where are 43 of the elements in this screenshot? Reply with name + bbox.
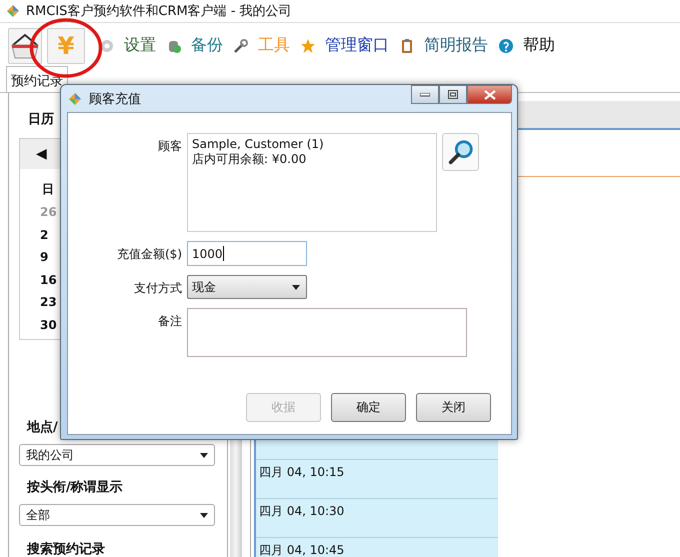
gear-icon: [99, 38, 115, 54]
amount-field[interactable]: 1000: [187, 241, 307, 266]
filter-label: 按头衔/称谓显示: [27, 479, 124, 496]
previous-month-button[interactable]: ◀: [36, 146, 47, 162]
filter-dropdown[interactable]: 全部: [19, 504, 215, 526]
notes-label: 备注: [157, 313, 182, 330]
time-slot[interactable]: 四月 04, 10:15: [259, 465, 344, 479]
calendar-heading: 日历: [28, 111, 55, 129]
minimize-icon: [420, 92, 430, 96]
search-button[interactable]: [442, 133, 479, 171]
menu-item[interactable]: 备份: [191, 35, 223, 56]
minimize-button[interactable]: [411, 85, 439, 104]
app-logo-icon: [67, 90, 83, 106]
star-icon: [300, 38, 316, 54]
weekday-label: 日: [42, 181, 55, 195]
filter-dropdown[interactable]: 我的公司: [19, 444, 215, 466]
search-heading: 搜索预约记录: [27, 540, 106, 557]
clipboard-icon: [399, 38, 415, 54]
dialog-title: 顾客充值: [89, 90, 141, 108]
menu-item[interactable]: 设置: [124, 35, 156, 56]
amount-label: 充值金额($): [116, 246, 182, 263]
maximize-icon: [448, 90, 458, 99]
dialog-button[interactable]: 关闭: [416, 393, 491, 422]
close-icon: [484, 90, 496, 100]
menu-item[interactable]: 管理窗口: [325, 35, 389, 56]
app-logo-icon: [5, 3, 21, 19]
customer-info-line: 店内可用余额: ¥0.00: [192, 152, 308, 167]
filter-label: 地点/: [27, 419, 59, 436]
customer-label: 顾客: [157, 138, 182, 155]
notes-field[interactable]: [187, 308, 467, 357]
payment-dropdown[interactable]: 现金: [187, 275, 307, 299]
time-slot[interactable]: 四月 04, 10:45: [259, 543, 344, 557]
help-icon: [498, 38, 514, 54]
menu-item[interactable]: 帮助: [523, 35, 555, 56]
close-button[interactable]: [467, 85, 512, 104]
window-title: RMCIS客户预约软件和CRM客户端 - 我的公司: [26, 3, 292, 20]
payment-label: 支付方式: [133, 280, 182, 297]
customer-info-line: Sample, Customer (1): [192, 137, 325, 152]
dialog-button[interactable]: 确定: [331, 393, 406, 422]
maximize-button[interactable]: [439, 85, 467, 104]
menu-item[interactable]: 简明报告: [424, 35, 488, 56]
time-slot[interactable]: 四月 04, 10:30: [259, 504, 344, 518]
wrench-icon: [233, 38, 249, 54]
